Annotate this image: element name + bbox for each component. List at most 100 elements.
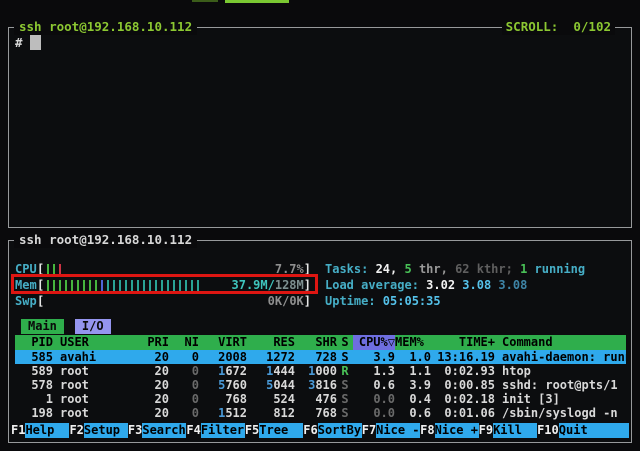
- cell-command: avahi-daemon: running: [495, 350, 626, 364]
- process-row[interactable]: 589root200167214441000R1.31.10:02.93htop: [15, 364, 626, 378]
- meter-bar-tick: [197, 280, 199, 291]
- fn-action-label: Nice +: [435, 423, 479, 438]
- header-mem[interactable]: MEM%: [395, 335, 431, 350]
- htop-meters-section: CPU [ 7.7% ] Mem [ 37.9M/128M: [15, 261, 626, 309]
- process-row[interactable]: 578root200576050443816S0.63.90:00.85sshd…: [15, 378, 626, 392]
- cell-cpu-percent: 0.0: [353, 406, 395, 420]
- cell-user: root: [53, 392, 139, 406]
- header-command[interactable]: Command: [495, 335, 626, 350]
- meter-bar-tick: [191, 280, 193, 291]
- cell-shr: 476: [295, 392, 337, 406]
- cell-virt-val: 672: [225, 364, 247, 378]
- cell-ni: 0: [169, 364, 199, 378]
- header-pid[interactable]: PID: [15, 335, 53, 350]
- process-row[interactable]: 1root200768524476S0.00.40:02.18init [3]: [15, 392, 626, 406]
- cpu-meter: CPU [ 7.7% ]: [15, 261, 311, 277]
- meter-bar-tick: [161, 280, 163, 291]
- running-count: 1: [520, 262, 534, 276]
- fn-action-label: Quit: [559, 423, 629, 438]
- meter-bar-tick: [71, 280, 73, 291]
- cell-ni: 0: [169, 378, 199, 392]
- cpu-meter-label: CPU: [15, 261, 37, 277]
- header-res[interactable]: RES: [247, 335, 295, 350]
- bracket-open: [: [37, 277, 44, 293]
- tab-io[interactable]: I/O: [75, 319, 111, 334]
- cell-res: 1272: [247, 350, 295, 364]
- load-5min: 3.08: [462, 278, 498, 292]
- cell-state: S: [337, 350, 353, 364]
- meter-bar-tick: [95, 280, 97, 291]
- cell-virt: 1512: [199, 406, 247, 420]
- cell-shr: 768: [295, 406, 337, 420]
- process-row[interactable]: 198root2001512812768S0.00.60:01.06/sbin/…: [15, 406, 626, 420]
- mem-meter: Mem [ 37.9M/128M ]: [15, 277, 311, 293]
- bracket-open: [: [37, 293, 44, 309]
- cell-user: root: [53, 364, 139, 378]
- header-virt[interactable]: VIRT: [199, 335, 247, 350]
- cell-pri: 20: [139, 392, 169, 406]
- cell-time: 0:00.85: [431, 378, 495, 392]
- terminal-input-area[interactable]: #: [9, 28, 631, 227]
- meter-bar-tick: [143, 280, 145, 291]
- cell-res-val: 524: [273, 392, 295, 406]
- cpu-meter-bar: 7.7%: [44, 261, 304, 277]
- sort-descending-icon: ▽: [388, 335, 395, 349]
- load-15min: 3.08: [498, 278, 527, 292]
- fn-action-label: SortBy: [318, 423, 362, 438]
- fn-setup-button[interactable]: F2Setup: [69, 423, 127, 438]
- meter-bar-tick: [131, 280, 133, 291]
- cell-time: 13:16.19: [431, 350, 495, 364]
- cell-command: htop: [495, 364, 626, 378]
- meter-bar-tick: [107, 280, 109, 291]
- cell-virt: 1672: [199, 364, 247, 378]
- header-state[interactable]: S: [337, 335, 353, 350]
- cell-mem-percent: 1.0: [395, 350, 431, 364]
- load-average-line: Load average: 3.02 3.08 3.08: [325, 277, 585, 293]
- cell-pri: 20: [139, 378, 169, 392]
- fn-help-button[interactable]: F1Help: [11, 423, 69, 438]
- meter-bar-tick: [53, 280, 55, 291]
- header-shr[interactable]: SHR: [295, 335, 337, 350]
- meter-bar-tick: [89, 280, 91, 291]
- header-cpu-sort[interactable]: CPU%▽: [353, 335, 395, 350]
- cell-shr-val: 768: [315, 406, 337, 420]
- cell-state: R: [337, 364, 353, 378]
- header-time[interactable]: TIME+: [431, 335, 495, 350]
- fn-kill-button[interactable]: F9Kill: [479, 423, 537, 438]
- bracket-close: ]: [304, 293, 311, 309]
- meter-bar-tick: [53, 264, 55, 275]
- tasks-count: 24,: [376, 262, 405, 276]
- fn-tree-button[interactable]: F5Tree: [245, 423, 303, 438]
- header-cpu-label: CPU%: [359, 335, 388, 349]
- fn-sortby-button[interactable]: F6SortBy: [303, 423, 361, 438]
- header-pri[interactable]: PRI: [139, 335, 169, 350]
- cell-shr-val: 476: [315, 392, 337, 406]
- meter-bar-tick: [185, 280, 187, 291]
- cell-time: 0:01.06: [431, 406, 495, 420]
- terminal-cursor: [30, 35, 41, 50]
- threads-count: 5: [404, 262, 418, 276]
- bracket-open: [: [37, 261, 44, 277]
- htop-tabs: Main I/O: [15, 319, 626, 334]
- cell-res-val: 444: [273, 364, 295, 378]
- cell-pid: 589: [15, 364, 53, 378]
- function-key-bar: F1Help F2Setup F3SearchF4FilterF5Tree F6…: [11, 423, 629, 438]
- cell-virt-val: 2008: [218, 350, 247, 364]
- header-user[interactable]: USER: [53, 335, 139, 350]
- cell-res-val: 044: [273, 378, 295, 392]
- tab-main[interactable]: Main: [21, 319, 64, 334]
- fn-search-button[interactable]: F3Search: [128, 423, 186, 438]
- fn-filter-button[interactable]: F4Filter: [186, 423, 244, 438]
- shell-prompt: #: [15, 35, 23, 50]
- header-ni[interactable]: NI: [169, 335, 199, 350]
- fn-action-label: Kill: [493, 423, 537, 438]
- cell-res: 5044: [247, 378, 295, 392]
- fn-quit-button[interactable]: F10Quit: [537, 423, 629, 438]
- process-row[interactable]: 585avahi20020081272728S3.91.013:16.19ava…: [15, 350, 626, 364]
- fn-key-label: F6: [303, 423, 317, 438]
- fn-nice--button[interactable]: F7Nice -: [362, 423, 420, 438]
- fn-nice--button[interactable]: F8Nice +: [420, 423, 478, 438]
- cell-command: sshd: root@pts/1: [495, 378, 626, 392]
- cell-state: S: [337, 392, 353, 406]
- cell-shr: 3816: [295, 378, 337, 392]
